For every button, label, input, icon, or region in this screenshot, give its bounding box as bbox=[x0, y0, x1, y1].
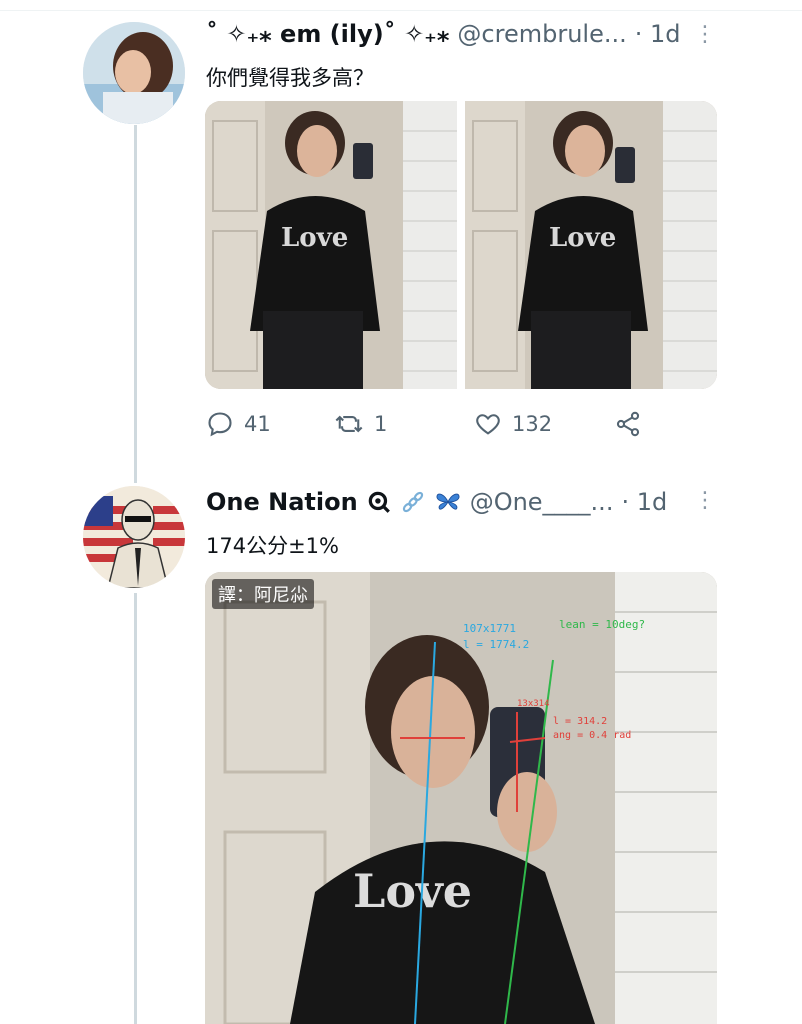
tweet-photo[interactable]: Love 譯：阿尼尛 107x1771 l = 1774.2 lean = 10… bbox=[205, 572, 717, 1024]
reply-button[interactable]: 41 bbox=[206, 410, 334, 438]
measure-label: 107x1771 bbox=[463, 622, 516, 635]
display-name[interactable]: One Nation bbox=[206, 488, 358, 516]
measure-label: 13x314 bbox=[517, 699, 550, 709]
timestamp[interactable]: · 1d bbox=[621, 488, 667, 516]
user-handle[interactable]: @crembrule... bbox=[457, 20, 626, 48]
tweet-photo[interactable]: Love bbox=[205, 101, 457, 389]
more-icon[interactable]: ⋮ bbox=[694, 490, 716, 512]
reply-icon bbox=[208, 412, 232, 437]
like-icon bbox=[476, 414, 500, 435]
more-icon[interactable]: ⋮ bbox=[694, 24, 716, 46]
link-icon bbox=[402, 491, 423, 513]
measure-label: l = 314.2 bbox=[553, 716, 608, 727]
tweet-text: 174公分±1% bbox=[206, 534, 339, 558]
retweet-icon bbox=[335, 415, 363, 433]
butterfly-icon bbox=[436, 493, 460, 510]
svg-text:Love: Love bbox=[281, 223, 348, 253]
avatar[interactable] bbox=[83, 22, 185, 124]
measure-label: ang = 0.4 rad bbox=[553, 730, 632, 741]
tweet-actions: 41 1 132 bbox=[206, 410, 646, 438]
measure-label: l = 1774.2 bbox=[463, 638, 530, 651]
tweet-text: 你們覺得我多高？ bbox=[206, 66, 374, 90]
top-divider bbox=[0, 10, 802, 11]
translation-badge: 譯：阿尼尛 bbox=[212, 579, 314, 609]
timestamp[interactable]: · 1d bbox=[635, 20, 681, 48]
reply-count: 41 bbox=[244, 412, 271, 436]
svg-text:Love: Love bbox=[353, 864, 472, 918]
measure-label: lean = 10deg? bbox=[559, 618, 646, 631]
tweet-header: One Nation @One____... · 1d bbox=[206, 488, 667, 516]
like-count: 132 bbox=[512, 412, 553, 436]
display-name[interactable]: ˚ ✧₊⁎ em (ily)˚ ✧₊⁎ bbox=[206, 20, 449, 48]
share-button[interactable] bbox=[614, 410, 642, 438]
user-handle[interactable]: @One____... bbox=[470, 488, 614, 516]
retweet-button[interactable]: 1 bbox=[334, 410, 474, 438]
share-icon bbox=[616, 411, 640, 437]
tweet-photo[interactable]: Love bbox=[465, 101, 717, 389]
thread-connector bbox=[134, 125, 137, 483]
like-button[interactable]: 132 bbox=[474, 410, 614, 438]
avatar[interactable] bbox=[83, 486, 185, 588]
svg-text:Love: Love bbox=[549, 223, 616, 253]
thread-connector-2 bbox=[134, 593, 137, 1024]
verified-icon bbox=[368, 491, 390, 513]
retweet-count: 1 bbox=[374, 412, 388, 436]
tweet-header: ˚ ✧₊⁎ em (ily)˚ ✧₊⁎ @crembrule... · 1d bbox=[206, 20, 680, 48]
